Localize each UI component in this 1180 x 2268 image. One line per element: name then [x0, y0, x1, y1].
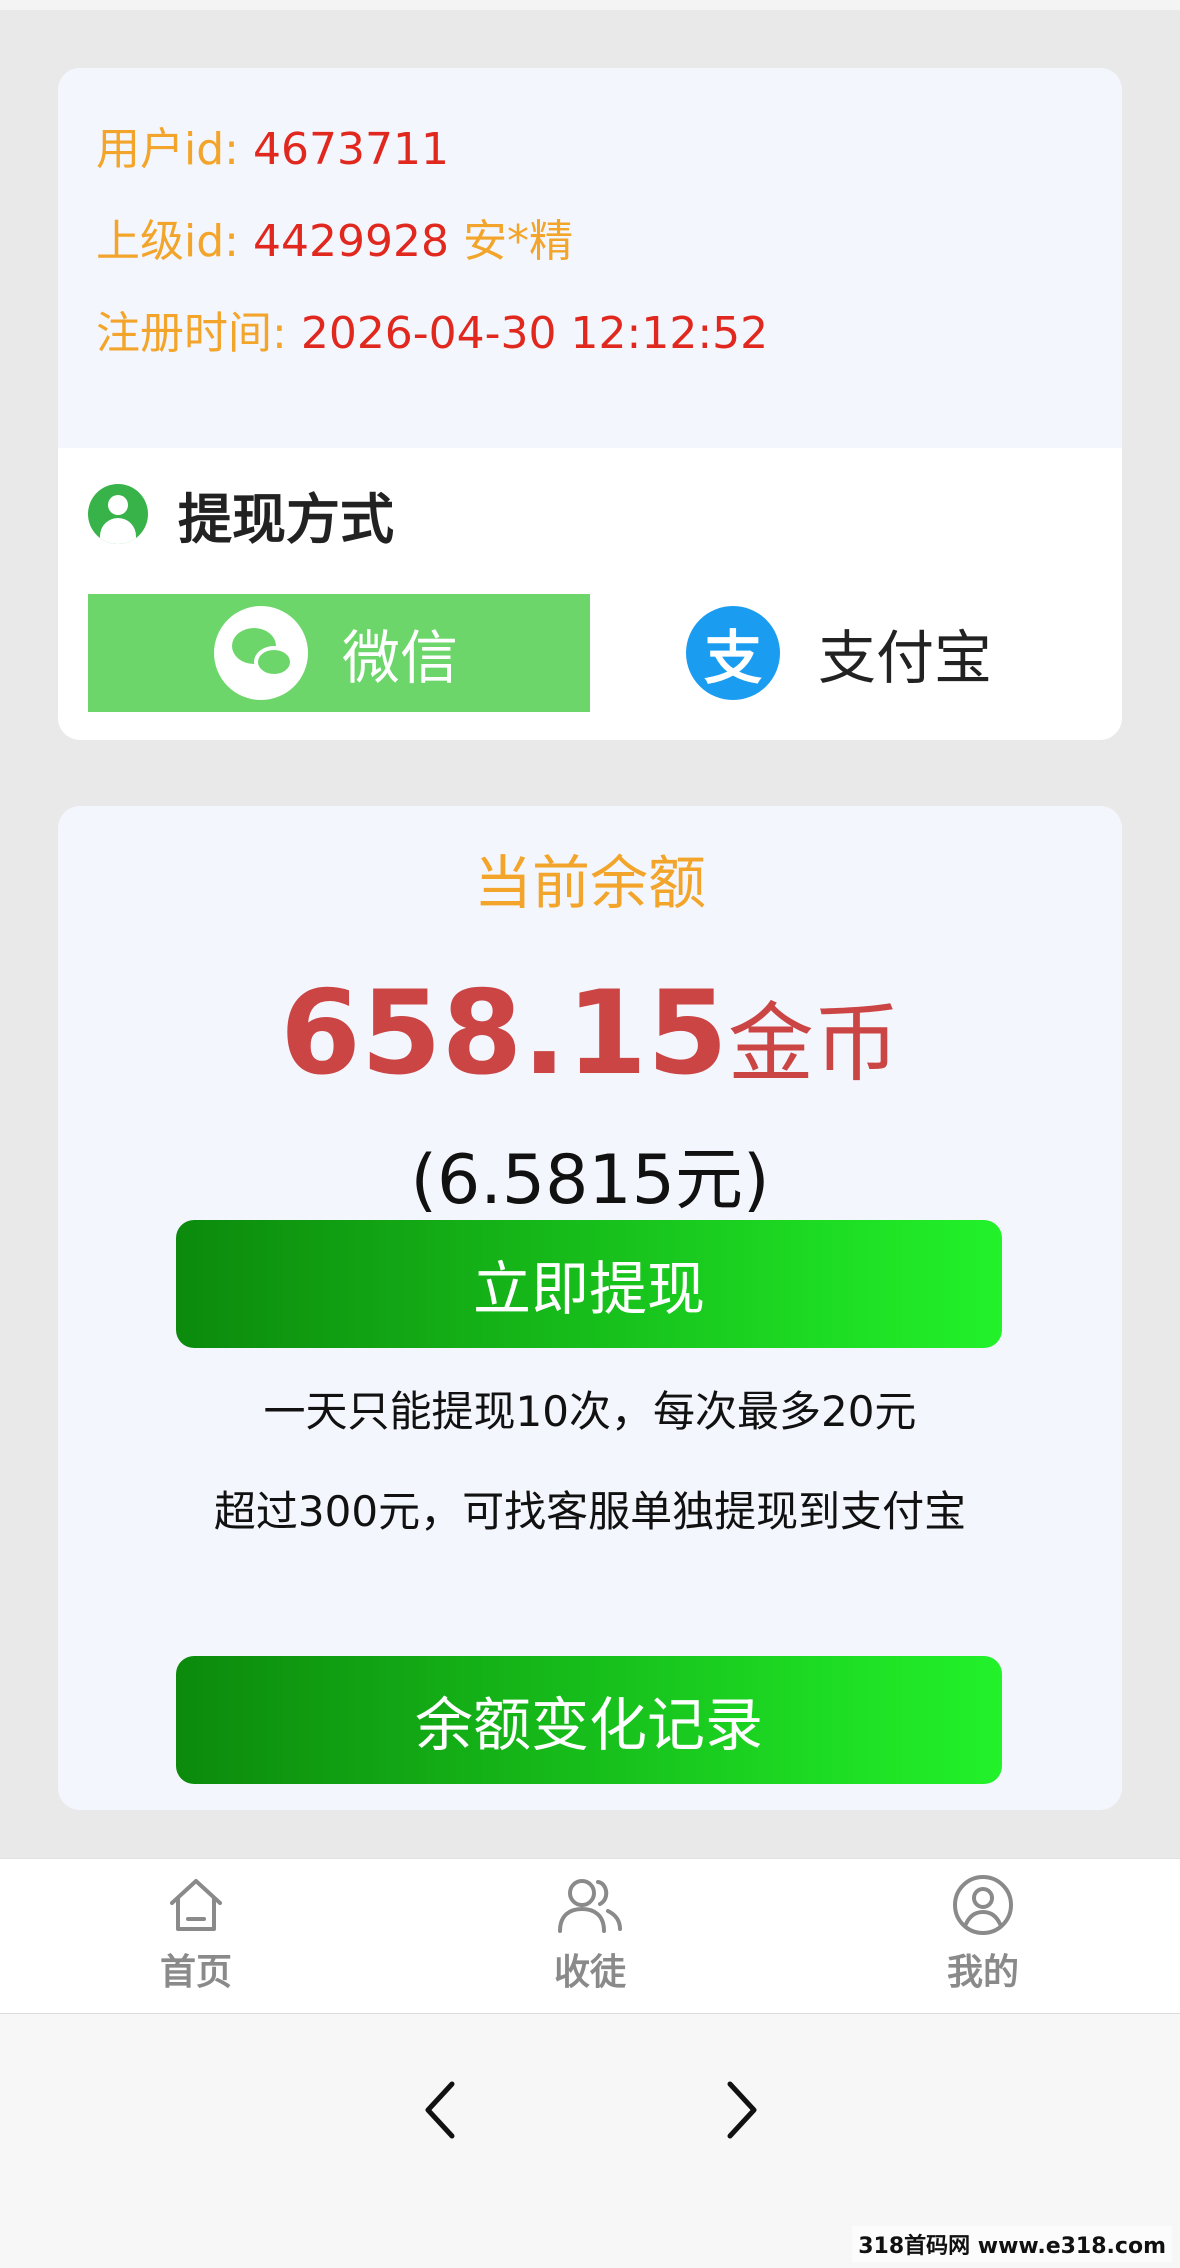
- register-time-row: 注册时间: 2026-04-30 12:12:52: [96, 304, 768, 364]
- users-icon: [558, 1879, 622, 1933]
- wechat-label: 微信: [342, 624, 459, 692]
- alipay-label: 支付宝: [818, 624, 993, 692]
- tab-disciples[interactable]: 收徒: [490, 1873, 690, 1995]
- user-id-label: 用户id:: [96, 124, 239, 175]
- watermark: 318首码网 www.e318.com: [852, 2226, 1172, 2262]
- tab-home-label: 首页: [159, 1952, 232, 1993]
- withdraw-limit-note: 一天只能提现10次，每次最多20元: [263, 1387, 917, 1436]
- tab-home[interactable]: 首页: [96, 1873, 296, 1995]
- tab-mine-label: 我的: [946, 1952, 1019, 1993]
- user-info-panel: 用户id: 4673711 上级id: 4429928 安*精 注册时间: 20…: [58, 68, 1122, 448]
- wechat-option-button[interactable]: 微信: [88, 594, 590, 712]
- forward-arrow-icon[interactable]: [712, 2070, 772, 2150]
- user-icon: [88, 484, 148, 544]
- withdraw-now-button[interactable]: 立即提现: [176, 1220, 1002, 1348]
- back-arrow-icon[interactable]: [410, 2070, 470, 2150]
- balance-unit: 金币: [727, 994, 900, 1094]
- balance-rmb: (6.5815元): [410, 1141, 770, 1220]
- parent-id-label: 上级id:: [96, 216, 239, 267]
- balance-title: 当前余额: [473, 849, 706, 917]
- alipay-icon: 支: [686, 606, 780, 700]
- parent-id-row: 上级id: 4429928 安*精: [96, 212, 573, 272]
- tab-mine[interactable]: 我的: [883, 1873, 1083, 1995]
- balance-amount-value: 658.15: [280, 966, 728, 1101]
- status-strip: [0, 0, 1180, 10]
- bottom-tabbar: 首页 收徒 我的: [0, 1858, 1180, 2014]
- parent-id-value: 4429928: [252, 216, 449, 267]
- alipay-option-button[interactable]: 支 支付宝: [686, 594, 992, 712]
- withdraw-method-title: 提现方式: [178, 487, 394, 551]
- register-time-label: 注册时间:: [96, 308, 287, 359]
- tab-disciples-label: 收徒: [553, 1952, 626, 1993]
- user-id-value: 4673711: [252, 124, 449, 175]
- info-card: 用户id: 4673711 上级id: 4429928 安*精 注册时间: 20…: [58, 68, 1122, 740]
- withdraw-method-header: 提现方式: [88, 474, 394, 554]
- register-time-value: 2026-04-30 12:12:52: [300, 308, 769, 359]
- home-icon: [170, 1879, 222, 1931]
- balance-amount: 658.15金币: [58, 966, 1122, 1101]
- balance-card: 当前余额 658.15金币 (6.5815元) 立即提现 一天只能提现10次，每…: [58, 806, 1122, 1810]
- page: 用户id: 4673711 上级id: 4429928 安*精 注册时间: 20…: [0, 0, 1180, 2268]
- large-withdraw-note: 超过300元，可找客服单独提现到支付宝: [213, 1487, 967, 1536]
- parent-name: 安*精: [462, 216, 573, 267]
- profile-icon: [953, 1875, 1013, 1935]
- wechat-icon: [214, 606, 308, 700]
- user-id-row: 用户id: 4673711: [96, 120, 449, 180]
- balance-records-button[interactable]: 余额变化记录: [176, 1656, 1002, 1784]
